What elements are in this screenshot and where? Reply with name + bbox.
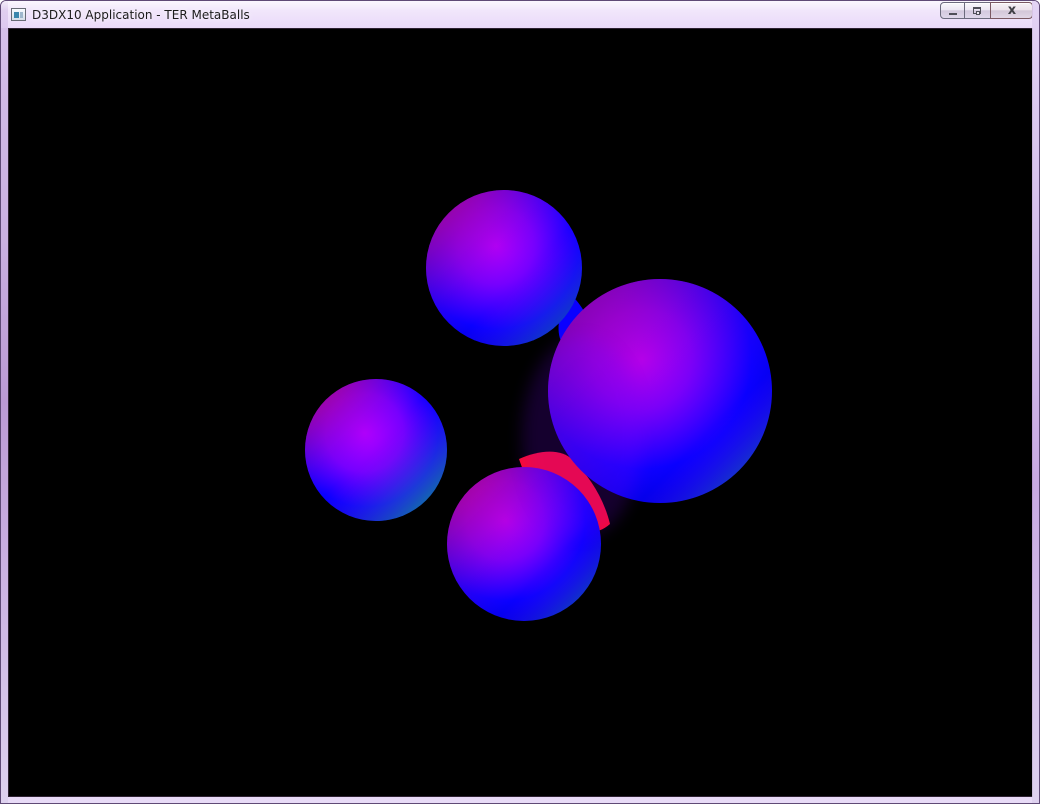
- maximize-icon: [973, 7, 981, 15]
- minimize-icon: [949, 13, 957, 15]
- metaball-left-shading: [305, 379, 447, 521]
- minimize-button[interactable]: [940, 2, 965, 19]
- render-viewport[interactable]: [8, 28, 1033, 797]
- close-icon: x: [1007, 3, 1017, 18]
- window-controls: x: [940, 2, 1033, 20]
- close-button[interactable]: x: [990, 2, 1033, 19]
- window-title: D3DX10 Application - TER MetaBalls: [32, 7, 250, 22]
- application-window: D3DX10 Application - TER MetaBalls x: [0, 0, 1040, 804]
- application-icon[interactable]: [11, 8, 26, 21]
- maximize-button[interactable]: [965, 2, 990, 19]
- metaballs-render-scene: [9, 29, 1032, 796]
- isolated-metaball: [305, 379, 447, 521]
- window-titlebar[interactable]: D3DX10 Application - TER MetaBalls x: [1, 1, 1039, 28]
- metaball-top-shading: [426, 190, 582, 346]
- metaball-cluster-glow: [522, 337, 642, 537]
- scene-background: [9, 29, 1032, 796]
